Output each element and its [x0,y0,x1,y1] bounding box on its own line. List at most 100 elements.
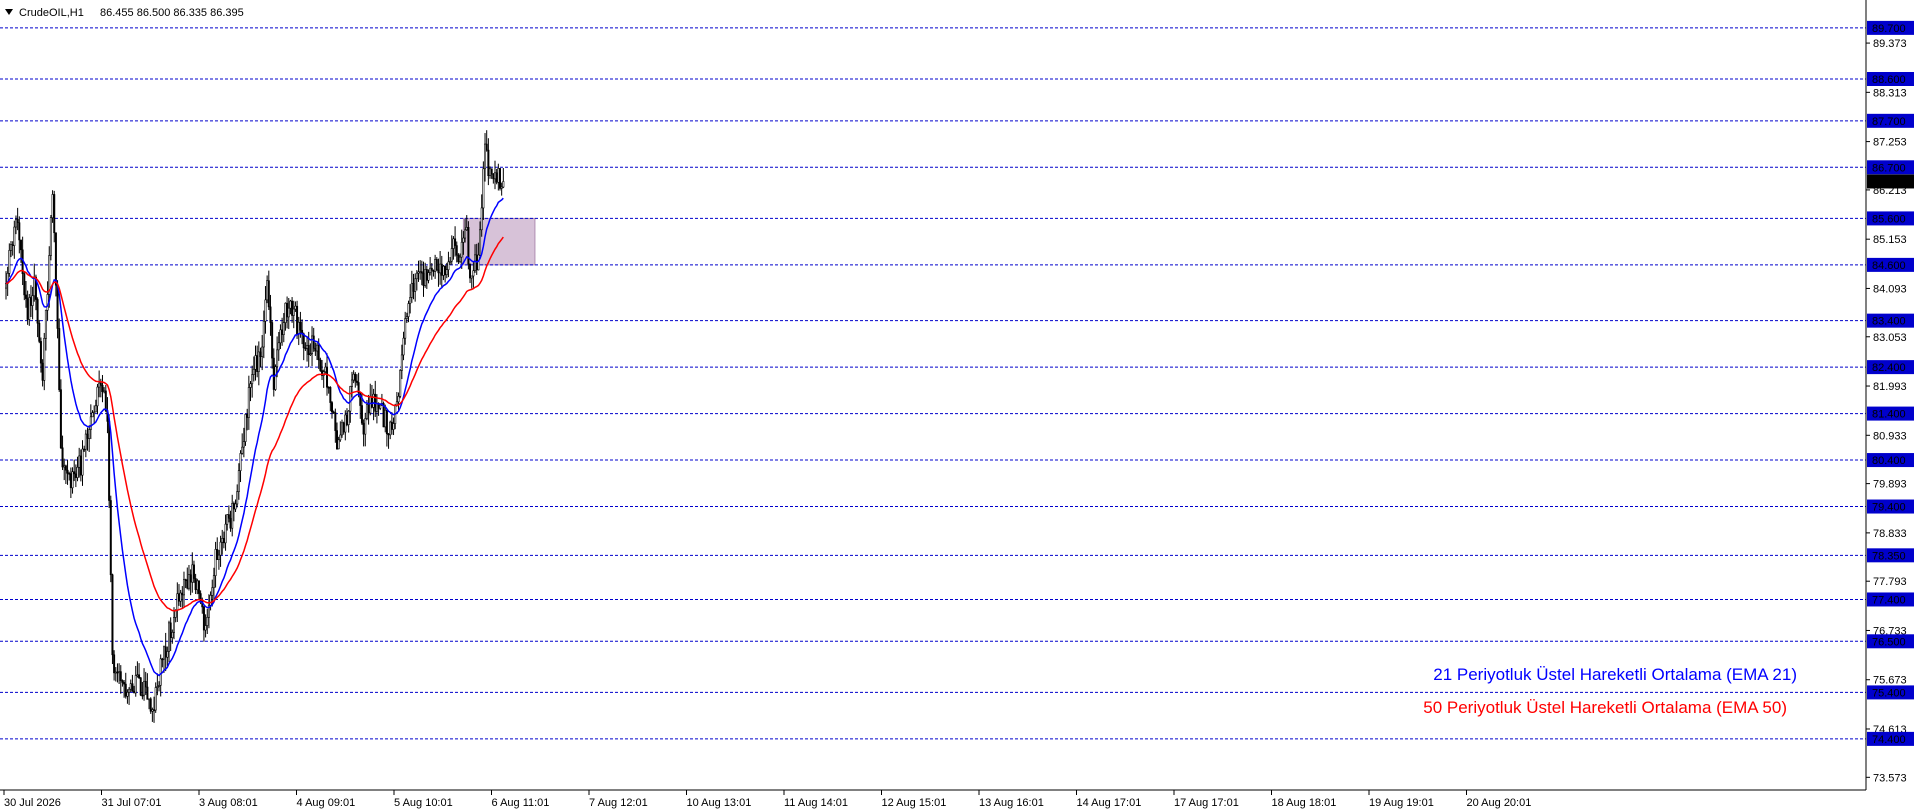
candle-body [41,362,44,381]
candle [345,408,348,427]
candle-body [14,218,17,228]
candle-body [385,409,388,435]
candle-body [500,186,503,189]
candle-body [54,232,57,286]
candle-body [197,580,200,594]
candle [234,499,237,512]
candle-body [18,222,21,241]
candle-body [63,465,66,468]
candle-body [33,276,36,297]
candle-body [415,272,418,280]
candle-body [214,549,217,576]
candle [133,685,136,694]
candle-body [29,297,32,306]
candle [191,552,194,593]
candle [292,300,295,329]
candle [497,163,500,191]
candle [187,564,190,591]
candle [457,253,460,265]
y-tick-label: 78.833 [1873,528,1907,540]
candle [207,594,210,629]
candle [221,529,224,555]
candle-body [31,295,34,306]
candle-body [138,674,141,679]
candle [474,244,477,273]
candle [114,667,117,682]
candle-body [261,346,264,358]
candle [66,459,69,485]
candle-body [216,549,219,560]
candle-body [262,320,265,348]
candle [41,359,44,387]
candle-body [156,686,159,688]
candle-body [434,259,437,272]
candle [354,372,357,388]
candle [24,280,27,308]
price-chart[interactable]: 89.37388.31387.25386.21385.15384.09383.0… [0,0,1916,812]
candle-body [365,404,368,419]
candle [168,620,171,663]
candle-body [484,143,487,170]
candle-body [480,207,483,231]
candle [93,405,96,424]
candle [402,331,405,361]
candle-body [407,303,410,317]
candle-body [164,646,167,658]
candle [272,348,275,397]
candle-body [495,172,498,183]
candle [434,254,437,279]
candle [335,422,338,450]
candle [362,419,365,447]
candle [164,632,167,672]
x-tick-label: 5 Aug 10:01 [394,797,453,809]
candle [450,235,453,265]
candle [111,573,114,665]
candle-body [76,466,79,478]
candle [136,661,139,678]
candle [119,665,122,694]
candle-body [114,671,117,674]
candle-body [171,632,174,638]
candle-body [257,351,260,372]
x-tick-label: 13 Aug 16:01 [979,797,1044,809]
candle [249,381,252,402]
candle-body [465,227,468,231]
candle-body [440,263,443,276]
candle-body [73,471,76,475]
x-tick-label: 31 Jul 07:01 [102,797,162,809]
candle-body [94,405,97,413]
candle [26,290,29,325]
y-tick-label: 88.313 [1873,87,1907,99]
y-tick-label: 84.093 [1873,283,1907,295]
candle [69,467,72,499]
candle-body [93,411,96,414]
candle [54,232,57,297]
candle-body [400,354,403,371]
candle [101,375,104,403]
candle-body [360,405,363,424]
candle [148,698,151,710]
candle-body [239,453,242,471]
current-price-text: 86.395 [1872,176,1906,188]
candle-body [83,448,86,451]
level-tag-text: 85.600 [1872,213,1906,225]
candle-body [442,265,445,276]
candle-body [254,355,257,370]
candle [286,296,289,329]
candle-body [390,421,393,430]
candle-body [412,282,415,292]
candle-body [139,677,142,696]
candle-body [474,254,477,271]
y-tick-label: 89.373 [1873,38,1907,50]
candle-body [176,593,179,611]
candle-body [502,181,505,188]
candle [252,356,255,382]
chart-window[interactable]: 89.373 88.313 87.253 86.213 85.153 84.093 83.0… [0,0,1916,812]
candle [465,215,468,231]
candle-body [347,410,350,425]
candle-body [103,390,106,393]
candle [342,421,345,435]
candle-body [256,355,259,372]
candle [94,399,97,413]
candle-body [9,244,12,251]
